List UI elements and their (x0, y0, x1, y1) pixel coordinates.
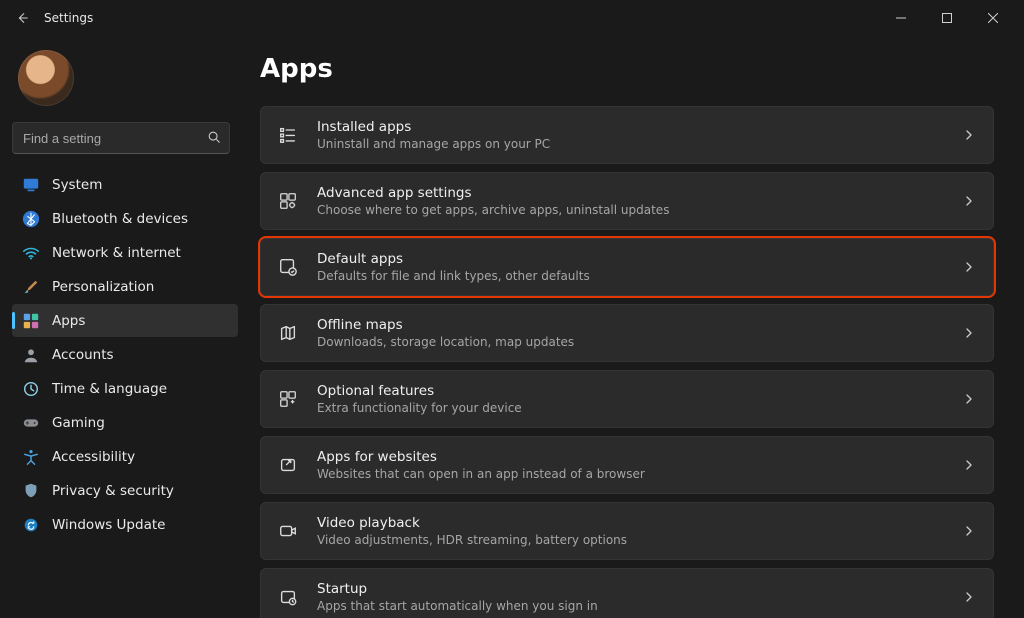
sidebar-item-label: Apps (52, 313, 85, 329)
default-app-icon (277, 256, 299, 278)
gamepad-icon (22, 414, 40, 432)
card-title: Advanced app settings (317, 185, 669, 201)
card-subtitle: Defaults for file and link types, other … (317, 269, 590, 283)
setting-card-apps-for-websites[interactable]: Apps for websites Websites that can open … (260, 436, 994, 494)
clock-icon (22, 380, 40, 398)
startup-icon (277, 586, 299, 608)
bluetooth-icon (22, 210, 40, 228)
chevron-right-icon (963, 126, 975, 145)
open-app-icon (277, 454, 299, 476)
map-icon (277, 322, 299, 344)
window-title: Settings (44, 11, 93, 25)
update-icon (22, 516, 40, 534)
sidebar-item-network-internet[interactable]: Network & internet (12, 236, 238, 269)
maximize-button[interactable] (924, 2, 970, 34)
sidebar-item-system[interactable]: System (12, 168, 238, 201)
sidebar-item-privacy-security[interactable]: Privacy & security (12, 474, 238, 507)
sidebar-item-accessibility[interactable]: Accessibility (12, 440, 238, 473)
minimize-button[interactable] (878, 2, 924, 34)
setting-card-offline-maps[interactable]: Offline maps Downloads, storage location,… (260, 304, 994, 362)
chevron-right-icon (963, 588, 975, 607)
display-icon (22, 176, 40, 194)
list-icon (277, 124, 299, 146)
back-button[interactable] (8, 4, 36, 32)
card-title: Optional features (317, 383, 522, 399)
chevron-right-icon (963, 258, 975, 277)
shield-icon (22, 482, 40, 500)
video-icon (277, 520, 299, 542)
apps-icon (22, 312, 40, 330)
sidebar-item-label: Time & language (52, 381, 167, 397)
card-subtitle: Video adjustments, HDR streaming, batter… (317, 533, 627, 547)
search-icon (207, 129, 221, 148)
sidebar-item-label: Privacy & security (52, 483, 174, 499)
card-title: Startup (317, 581, 598, 597)
card-subtitle: Apps that start automatically when you s… (317, 599, 598, 613)
sidebar-item-label: Bluetooth & devices (52, 211, 188, 227)
chevron-right-icon (963, 456, 975, 475)
card-subtitle: Extra functionality for your device (317, 401, 522, 415)
sidebar-item-windows-update[interactable]: Windows Update (12, 508, 238, 541)
card-subtitle: Websites that can open in an app instead… (317, 467, 645, 481)
card-title: Default apps (317, 251, 590, 267)
sidebar-item-label: Gaming (52, 415, 105, 431)
sidebar-item-label: Accessibility (52, 449, 135, 465)
card-subtitle: Uninstall and manage apps on your PC (317, 137, 550, 151)
sidebar-item-personalization[interactable]: Personalization (12, 270, 238, 303)
card-subtitle: Choose where to get apps, archive apps, … (317, 203, 669, 217)
sidebar-item-time-language[interactable]: Time & language (12, 372, 238, 405)
setting-card-video-playback[interactable]: Video playback Video adjustments, HDR str… (260, 502, 994, 560)
card-subtitle: Downloads, storage location, map updates (317, 335, 574, 349)
wifi-icon (22, 244, 40, 262)
chevron-right-icon (963, 522, 975, 541)
sidebar-item-bluetooth-devices[interactable]: Bluetooth & devices (12, 202, 238, 235)
titlebar: Settings (0, 0, 1024, 36)
card-title: Video playback (317, 515, 627, 531)
sidebar-item-label: Network & internet (52, 245, 181, 261)
accessibility-icon (22, 448, 40, 466)
card-title: Offline maps (317, 317, 574, 333)
window-controls (878, 2, 1016, 34)
sidebar: System Bluetooth & devices Network & inter… (0, 36, 242, 618)
setting-card-advanced-app-settings[interactable]: Advanced app settings Choose where to get… (260, 172, 994, 230)
search-input[interactable] (23, 131, 207, 146)
sidebar-item-label: System (52, 177, 102, 193)
chevron-right-icon (963, 390, 975, 409)
sidebar-item-label: Accounts (52, 347, 114, 363)
setting-card-optional-features[interactable]: Optional features Extra functionality for… (260, 370, 994, 428)
card-title: Installed apps (317, 119, 550, 135)
sidebar-item-accounts[interactable]: Accounts (12, 338, 238, 371)
page-title: Apps (260, 54, 1000, 84)
account-icon (22, 346, 40, 364)
setting-card-installed-apps[interactable]: Installed apps Uninstall and manage apps … (260, 106, 994, 164)
sidebar-item-label: Windows Update (52, 517, 165, 533)
sidebar-item-gaming[interactable]: Gaming (12, 406, 238, 439)
setting-card-default-apps[interactable]: Default apps Defaults for file and link t… (260, 238, 994, 296)
user-avatar[interactable] (18, 50, 74, 106)
app-settings-icon (277, 190, 299, 212)
sidebar-item-apps[interactable]: Apps (12, 304, 238, 337)
close-button[interactable] (970, 2, 1016, 34)
search-box[interactable] (12, 122, 230, 154)
brush-icon (22, 278, 40, 296)
setting-card-startup[interactable]: Startup Apps that start automatically whe… (260, 568, 994, 618)
puzzle-icon (277, 388, 299, 410)
chevron-right-icon (963, 192, 975, 211)
card-title: Apps for websites (317, 449, 645, 465)
sidebar-item-label: Personalization (52, 279, 154, 295)
chevron-right-icon (963, 324, 975, 343)
